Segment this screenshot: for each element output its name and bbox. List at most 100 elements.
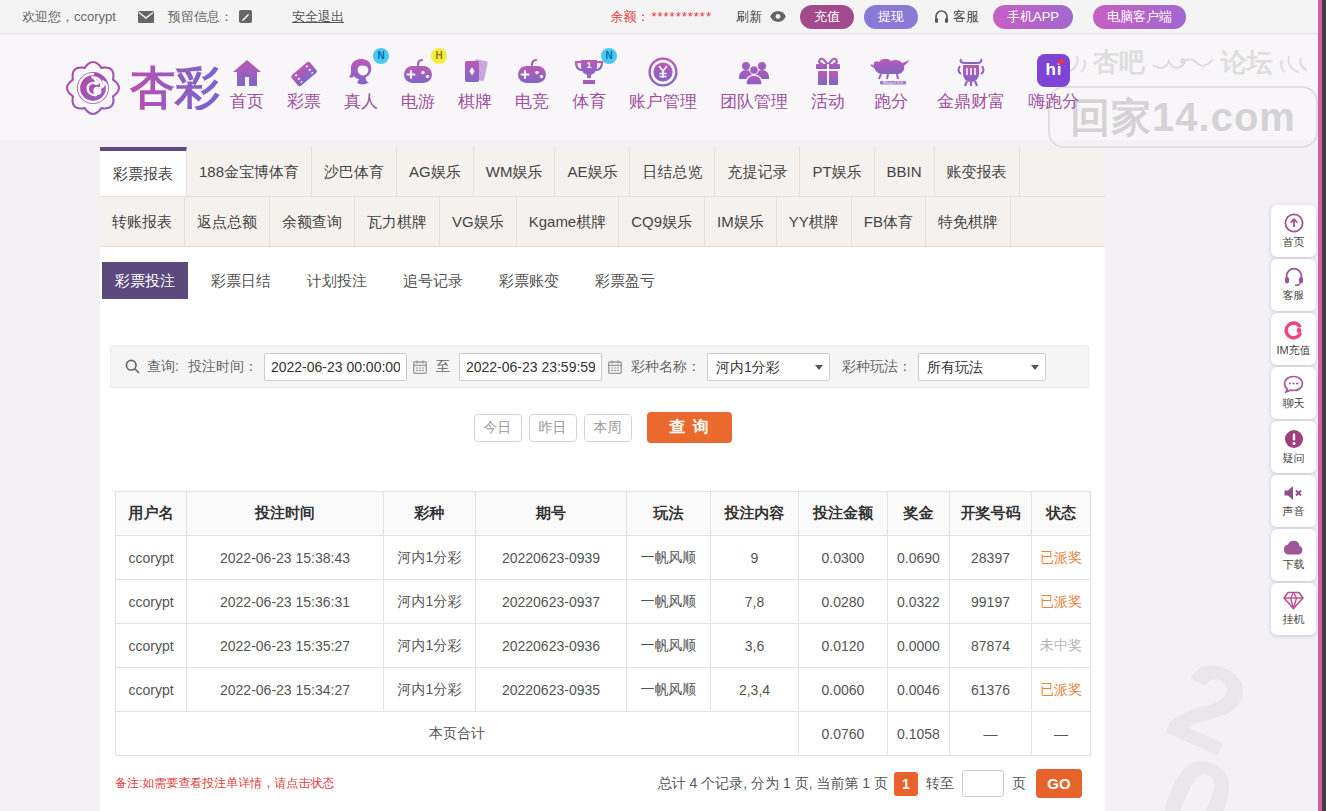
summary-status-dash: — xyxy=(1032,712,1091,756)
float-item-download[interactable]: 下载 xyxy=(1271,529,1316,581)
lottery-subtab[interactable]: 追号记录 xyxy=(390,262,476,299)
time-from-input[interactable] xyxy=(264,353,407,381)
logout-link[interactable]: 安全退出 xyxy=(292,8,344,26)
report-tab[interactable]: PT娱乐 xyxy=(800,147,874,196)
nav-item-wealth[interactable]: 金鼎财富 xyxy=(937,55,1005,113)
customer-service-link[interactable]: 客服 xyxy=(934,8,979,26)
table-row: ccorypt 2022-06-23 15:36:31 河内1分彩 202206… xyxy=(116,580,1091,624)
report-tab[interactable]: 188金宝博体育 xyxy=(187,147,312,196)
lottery-subtab[interactable]: 彩票日结 xyxy=(198,262,284,299)
pc-client-button[interactable]: 电脑客户端 xyxy=(1093,5,1186,29)
site-header: 杏吧 论坛 回家14.com 杏彩 首页 彩票 xyxy=(0,35,1326,140)
time-to-input[interactable] xyxy=(459,353,602,381)
report-tab[interactable]: 返点总额 xyxy=(185,197,270,246)
calendar-icon[interactable] xyxy=(608,360,622,374)
chat-bubble-icon xyxy=(1283,375,1304,394)
current-page-badge[interactable]: 1 xyxy=(894,772,918,796)
cell-status[interactable]: 已派奖 xyxy=(1032,536,1091,580)
cell-amount: 0.0300 xyxy=(799,536,888,580)
report-tab[interactable]: 彩票报表 xyxy=(100,147,187,196)
calendar-icon[interactable] xyxy=(413,360,427,374)
arrow-up-circle-icon xyxy=(1284,213,1304,233)
headset-icon xyxy=(1284,267,1304,286)
cell-status[interactable]: 已派奖 xyxy=(1032,580,1091,624)
eye-icon[interactable] xyxy=(770,11,786,22)
summary-amount-total: 0.0760 xyxy=(799,712,888,756)
lottery-subtabs: 彩票投注 彩票日结 计划投注 追号记录 彩票账变 彩票盈亏 xyxy=(102,262,1105,299)
float-item-home[interactable]: 首页 xyxy=(1271,205,1316,257)
float-item-chat[interactable]: 聊天 xyxy=(1271,367,1316,419)
search-button[interactable]: 查询 xyxy=(647,412,732,443)
refresh-link[interactable]: 刷新 xyxy=(736,8,762,26)
edit-icon[interactable] xyxy=(239,10,252,23)
nav-item-paofen[interactable]: 犀牛出行支付 跑分 xyxy=(868,55,914,113)
cell-content: 2,3,4 xyxy=(711,668,799,712)
report-tab[interactable]: BBIN xyxy=(875,147,935,196)
nav-item-egames[interactable]: H 电游 xyxy=(401,55,435,113)
cell-lottery: 河内1分彩 xyxy=(384,536,476,580)
report-tab[interactable]: 账变报表 xyxy=(935,147,1020,196)
report-tab[interactable]: VG娱乐 xyxy=(440,197,517,246)
this-week-button[interactable]: 本周 xyxy=(584,414,632,442)
nav-item-lottery[interactable]: 彩票 xyxy=(287,55,321,113)
nav-item-account[interactable]: 账户管理 xyxy=(629,55,697,113)
lottery-subtab[interactable]: 彩票投注 xyxy=(102,262,188,299)
report-tab[interactable]: IM娱乐 xyxy=(705,197,777,246)
balance-masked-value: ********** xyxy=(651,9,712,24)
nav-item-team[interactable]: 团队管理 xyxy=(720,55,788,113)
report-tab[interactable]: 沙巴体育 xyxy=(312,147,397,196)
note-text: 备注:如需要查看投注单详情，请点击状态 xyxy=(115,775,334,792)
nav-item-boardgames[interactable]: 棋牌 xyxy=(458,55,492,113)
nav-item-live[interactable]: N 真人 xyxy=(344,55,378,113)
report-tab[interactable]: CQ9娱乐 xyxy=(619,197,705,246)
report-tab[interactable]: AE娱乐 xyxy=(555,147,630,196)
lottery-select[interactable]: 河内1分彩 xyxy=(707,353,830,381)
float-item-service[interactable]: 客服 xyxy=(1271,259,1316,311)
report-tab[interactable]: 充提记录 xyxy=(715,147,800,196)
goto-page-input[interactable] xyxy=(962,770,1004,797)
cell-draw-number: 87874 xyxy=(950,624,1032,668)
withdraw-button[interactable]: 提现 xyxy=(864,5,918,29)
today-button[interactable]: 今日 xyxy=(474,414,522,442)
float-item-im-recharge[interactable]: IM充值 xyxy=(1271,313,1316,365)
recharge-button[interactable]: 充值 xyxy=(800,5,854,29)
cell-status[interactable]: 已派奖 xyxy=(1032,668,1091,712)
yesterday-button[interactable]: 昨日 xyxy=(529,414,577,442)
table-header-cell: 投注金额 xyxy=(799,492,888,536)
cell-issue: 20220623-0936 xyxy=(476,624,627,668)
to-label: 至 xyxy=(436,358,450,376)
cell-amount: 0.0280 xyxy=(799,580,888,624)
brand-name[interactable]: 杏彩 xyxy=(130,65,220,110)
cell-bet-time: 2022-06-23 15:38:43 xyxy=(187,536,384,580)
report-tab[interactable]: 特免棋牌 xyxy=(926,197,1011,246)
nav-item-esports[interactable]: 电竞 xyxy=(515,55,549,113)
report-tab[interactable]: WM娱乐 xyxy=(474,147,556,196)
mobile-app-button[interactable]: 手机APP xyxy=(993,5,1073,29)
play-type-select[interactable]: 所有玩法 xyxy=(918,353,1046,381)
report-tab[interactable]: AG娱乐 xyxy=(397,147,474,196)
brand-logo[interactable] xyxy=(64,59,122,117)
table-header-cell: 投注内容 xyxy=(711,492,799,536)
float-item-sound[interactable]: 声音 xyxy=(1271,475,1316,527)
report-tab[interactable]: 转账报表 xyxy=(100,197,185,246)
envelope-icon[interactable] xyxy=(138,11,154,23)
cell-status[interactable]: 未中奖 xyxy=(1032,624,1091,668)
nav-item-home[interactable]: 首页 xyxy=(230,55,264,113)
float-item-question[interactable]: 疑问 xyxy=(1271,421,1316,473)
cell-username: ccorypt xyxy=(116,536,187,580)
nav-item-activity[interactable]: 活动 xyxy=(811,55,845,113)
ding-icon xyxy=(956,57,986,87)
report-tab[interactable]: 瓦力棋牌 xyxy=(355,197,440,246)
report-tab[interactable]: 余额查询 xyxy=(270,197,355,246)
lottery-subtab[interactable]: 彩票账变 xyxy=(486,262,572,299)
report-tab[interactable]: FB体育 xyxy=(852,197,926,246)
lottery-subtab[interactable]: 彩票盈亏 xyxy=(582,262,668,299)
report-tab[interactable]: YY棋牌 xyxy=(777,197,852,246)
go-button[interactable]: GO xyxy=(1036,769,1082,798)
report-tab[interactable]: 日结总览 xyxy=(630,147,715,196)
nav-item-sports[interactable]: 1 N 体育 xyxy=(572,55,606,113)
float-item-afk[interactable]: 挂机 xyxy=(1271,583,1316,635)
nav-item-hipaofen[interactable]: hi 嗨跑分 xyxy=(1028,55,1079,113)
lottery-subtab[interactable]: 计划投注 xyxy=(294,262,380,299)
report-tab[interactable]: Kgame棋牌 xyxy=(517,197,620,246)
